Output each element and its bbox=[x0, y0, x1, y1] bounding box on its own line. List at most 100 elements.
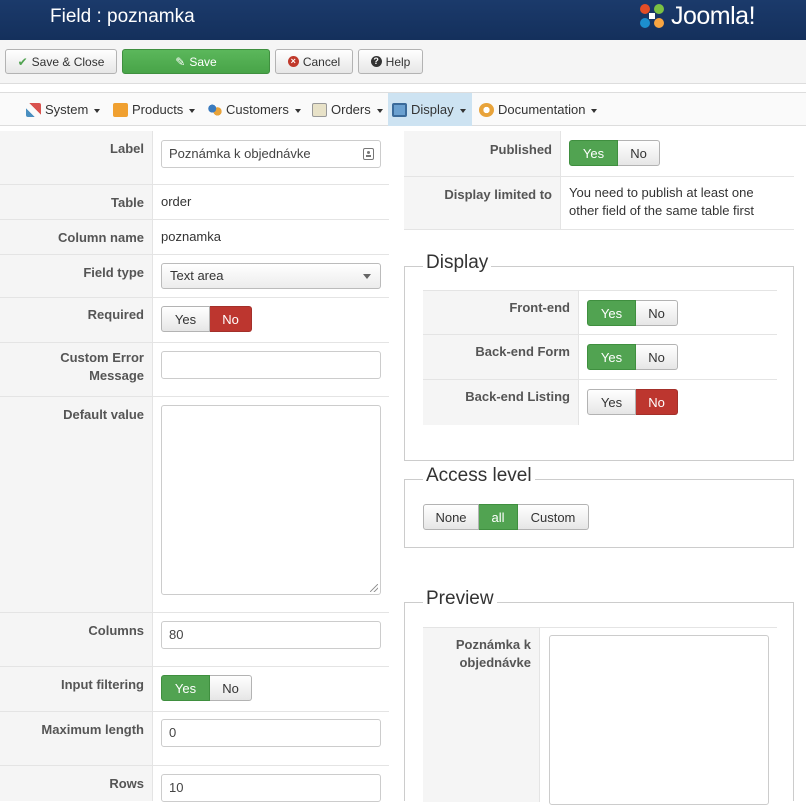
main-menu: System Products Customers Orders Display… bbox=[0, 92, 806, 126]
preview-legend: Preview bbox=[423, 588, 497, 610]
default-value-textarea[interactable] bbox=[161, 405, 381, 595]
backend-form-yes[interactable]: Yes bbox=[587, 344, 636, 370]
cancel-label: Cancel bbox=[302, 54, 341, 69]
row-published: Published Yes No bbox=[404, 131, 794, 177]
backend-form-no[interactable]: No bbox=[636, 344, 678, 370]
joomla-wordmark: Joomla! bbox=[671, 1, 756, 30]
menu-documentation[interactable]: Documentation bbox=[475, 93, 601, 126]
row-max-length: Maximum length 0 bbox=[0, 712, 389, 766]
label-input[interactable]: Poznámka k objednávke bbox=[161, 140, 381, 168]
display-limited-help: You need to publish at least one other f… bbox=[569, 184, 789, 220]
published-toggle: Yes No bbox=[569, 140, 660, 166]
backend-listing-yes[interactable]: Yes bbox=[587, 389, 636, 415]
monitor-icon bbox=[392, 102, 407, 117]
access-custom[interactable]: Custom bbox=[518, 504, 589, 530]
column-name-label: Column name bbox=[0, 220, 153, 254]
table-label: Table bbox=[0, 185, 153, 219]
field-type-select[interactable]: Text area bbox=[161, 263, 381, 289]
backend-listing-toggle: Yes No bbox=[587, 389, 678, 415]
row-table: Table order bbox=[0, 185, 389, 220]
row-custom-error: Custom Error Message bbox=[0, 343, 389, 397]
save-button[interactable]: ✎ Save bbox=[122, 49, 270, 74]
frontend-yes[interactable]: Yes bbox=[587, 300, 636, 326]
column-name-value: poznamka bbox=[161, 229, 221, 244]
input-filtering-toggle: Yes No bbox=[161, 675, 252, 701]
joomla-logo-icon bbox=[640, 4, 664, 28]
frontend-no[interactable]: No bbox=[636, 300, 678, 326]
chevron-down-icon bbox=[459, 108, 466, 113]
clipboard-icon bbox=[312, 102, 327, 117]
max-length-input[interactable]: 0 bbox=[161, 719, 381, 747]
edit-icon: ✎ bbox=[175, 54, 186, 69]
preview-label-line1: Poznámka k bbox=[455, 637, 531, 652]
access-all[interactable]: all bbox=[479, 504, 518, 530]
row-backend-listing: Back-end Listing Yes No bbox=[423, 380, 777, 425]
menu-orders-label: Orders bbox=[331, 102, 371, 117]
row-label: Label Poznámka k objednávke bbox=[0, 131, 389, 185]
row-required: Required Yes No bbox=[0, 298, 389, 343]
access-level-fieldset: Access level None all Custom bbox=[404, 465, 794, 548]
menu-orders[interactable]: Orders bbox=[308, 93, 387, 126]
cancel-button[interactable]: × Cancel bbox=[275, 49, 353, 74]
preview-row: Poznámka k objednávke bbox=[423, 627, 777, 805]
preview-fieldset: Preview Poznámka k objednávke bbox=[404, 588, 794, 805]
joomla-logo: Joomla! bbox=[637, 0, 756, 32]
chevron-down-icon bbox=[94, 108, 101, 113]
resize-grip-icon[interactable] bbox=[370, 584, 378, 592]
help-wheel-icon bbox=[479, 102, 494, 117]
users-icon bbox=[207, 102, 222, 117]
chevron-down-icon bbox=[591, 108, 598, 113]
preview-label: Poznámka k objednávke bbox=[423, 628, 540, 802]
backend-form-toggle: Yes No bbox=[587, 344, 678, 370]
published-no[interactable]: No bbox=[618, 140, 660, 166]
required-toggle: Yes No bbox=[161, 306, 252, 332]
backend-listing-label: Back-end Listing bbox=[423, 380, 579, 425]
save-close-button[interactable]: ✔ Save & Close bbox=[5, 49, 117, 74]
chevron-down-icon bbox=[294, 108, 301, 113]
rows-label: Rows bbox=[0, 766, 153, 801]
frontend-label: Front-end bbox=[423, 291, 579, 334]
custom-error-label-line2: Message bbox=[89, 368, 144, 383]
display-limited-help-line2: other field of the same table first bbox=[569, 203, 754, 218]
columns-input[interactable]: 80 bbox=[161, 621, 381, 649]
cancel-icon: × bbox=[287, 56, 299, 67]
published-yes[interactable]: Yes bbox=[569, 140, 618, 166]
menu-products[interactable]: Products bbox=[109, 93, 199, 126]
required-no[interactable]: No bbox=[210, 306, 252, 332]
display-limited-help-line1: You need to publish at least one bbox=[569, 185, 754, 200]
columns-label: Columns bbox=[0, 613, 153, 666]
menu-system-label: System bbox=[45, 102, 89, 117]
access-none[interactable]: None bbox=[423, 504, 479, 530]
menu-system[interactable]: System bbox=[22, 93, 104, 126]
rows-input[interactable]: 10 bbox=[161, 774, 381, 802]
input-filtering-no[interactable]: No bbox=[210, 675, 252, 701]
row-backend-form: Back-end Form Yes No bbox=[423, 335, 777, 380]
display-legend: Display bbox=[423, 252, 492, 274]
display-fieldset: Display Front-end Yes No Back-end Form Y… bbox=[404, 252, 794, 461]
required-label: Required bbox=[0, 298, 153, 342]
chevron-down-icon bbox=[189, 108, 196, 113]
menu-documentation-label: Documentation bbox=[498, 102, 586, 117]
custom-error-label-line1: Custom Error bbox=[60, 350, 144, 365]
help-icon: ? bbox=[370, 56, 382, 67]
input-filtering-yes[interactable]: Yes bbox=[161, 675, 210, 701]
row-column-name: Column name poznamka bbox=[0, 220, 389, 255]
frontend-toggle: Yes No bbox=[587, 300, 678, 326]
contact-card-icon bbox=[363, 148, 374, 160]
custom-error-input[interactable] bbox=[161, 351, 381, 379]
row-frontend: Front-end Yes No bbox=[423, 290, 777, 335]
required-yes[interactable]: Yes bbox=[161, 306, 210, 332]
backend-listing-no[interactable]: No bbox=[636, 389, 678, 415]
preview-textarea[interactable] bbox=[549, 635, 769, 805]
menu-display[interactable]: Display bbox=[388, 93, 472, 126]
help-label: Help bbox=[385, 54, 411, 69]
help-button[interactable]: ? Help bbox=[358, 49, 423, 74]
row-default-value: Default value bbox=[0, 397, 389, 613]
check-icon: ✔ bbox=[17, 54, 28, 69]
published-label: Published bbox=[404, 131, 561, 176]
box-icon bbox=[113, 102, 128, 117]
save-label: Save bbox=[189, 54, 217, 69]
default-value-label: Default value bbox=[0, 397, 153, 612]
row-display-limited: Display limited to You need to publish a… bbox=[404, 177, 794, 230]
menu-customers[interactable]: Customers bbox=[203, 93, 305, 126]
